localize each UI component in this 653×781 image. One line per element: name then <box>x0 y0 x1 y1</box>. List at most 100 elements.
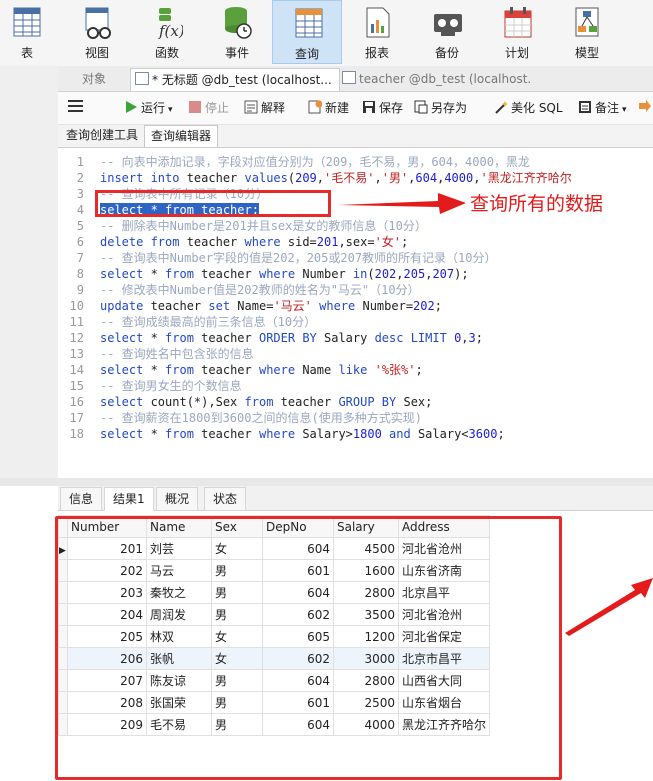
tab-untitled-query[interactable]: * 无标题 @db_test (localhost... <box>130 68 340 91</box>
code-line[interactable]: 14 select * from teacher where Name like … <box>58 362 653 378</box>
toolbar-model-label: 模型 <box>574 46 599 60</box>
code-token: Salary> <box>295 427 353 441</box>
note-button[interactable]: 备注 ▾ <box>578 99 627 117</box>
toolbar-query-label: 查询 <box>294 47 319 61</box>
line-number: 12 <box>69 331 84 345</box>
code-line[interactable]: 6 delete from teacher where sid=201,sex='… <box>58 234 653 250</box>
note-dropdown-icon[interactable]: ▾ <box>622 105 627 115</box>
code-token: 202 <box>374 267 397 281</box>
code-line[interactable]: 15 -- 查询男女生的个数信息 <box>58 378 653 394</box>
beautify-sql-button[interactable]: 美化 SQL <box>494 99 563 117</box>
code-line[interactable]: 2 insert into teacher values(209,'毛不易','男… <box>58 170 653 186</box>
code-line[interactable]: 7 -- 查询表中Number字段的值是202，205或207教师的所有记录（10… <box>58 250 653 266</box>
tab-teacher-table-label: teacher @db_test (localhost... <box>359 72 532 86</box>
save-as-button[interactable]: 另存为 <box>414 99 467 117</box>
tab-query-builder[interactable]: 查询创建工具 <box>60 125 144 146</box>
toolbar-view-label: 视图 <box>84 46 109 60</box>
save-label: 保存 <box>379 101 404 115</box>
toolbar-event-button[interactable]: 事件 <box>202 0 272 64</box>
code-token: '黑龙江齐齐哈尔 <box>480 171 572 185</box>
code-line[interactable]: 17 -- 查询薪资在1800到3600之间的信息(使用多种方式实现) <box>58 410 653 426</box>
code-token: -- 查询薪资在1800到3600之间的信息(使用多种方式实现) <box>100 411 422 425</box>
code-text: -- 查询男女生的个数信息 <box>100 378 242 394</box>
code-token: from <box>165 363 194 377</box>
explain-label: 解释 <box>261 101 286 115</box>
toolbar-model-button[interactable]: 模型 <box>552 0 622 64</box>
toolbar-function-label: 函数 <box>154 46 179 60</box>
backup-icon <box>434 14 462 36</box>
code-text: select * from teacher where Number in(20… <box>100 266 469 282</box>
code-text: -- 查询成绩最高的前三条信息（10分） <box>100 314 316 330</box>
code-line[interactable]: 10 update teacher set Name='马云' where Num… <box>58 298 653 314</box>
code-token: ,sex= <box>338 235 375 249</box>
code-token: 207 <box>432 267 455 281</box>
explain-icon <box>244 100 258 114</box>
code-token: teacher <box>143 299 209 313</box>
explain-button[interactable]: 解释 <box>244 99 285 117</box>
toolbar-report-button[interactable]: 报表 <box>342 0 412 64</box>
code-token: 4000 <box>444 171 474 185</box>
line-number: 17 <box>69 411 84 425</box>
toolbar-query-button[interactable]: 查询 <box>272 0 342 64</box>
tab-info[interactable]: 信息 <box>60 487 103 511</box>
run-button[interactable]: 运行 ▾ <box>124 99 173 117</box>
toolbar-schedule-button[interactable]: 计划 <box>482 0 552 64</box>
save-button[interactable]: 保存 <box>362 99 403 117</box>
toolbar-table-button[interactable]: 表 <box>0 0 62 64</box>
code-line[interactable]: 11 -- 查询成绩最高的前三条信息（10分） <box>58 314 653 330</box>
code-token: 209 <box>295 171 317 185</box>
code-text: delete from teacher where sid=201,sex='女… <box>100 234 408 250</box>
toolbar-backup-button[interactable]: 备份 <box>412 0 482 64</box>
code-token: '男' <box>381 171 409 185</box>
table-icon <box>13 7 41 37</box>
pane-splitter[interactable] <box>0 478 653 486</box>
menu-button[interactable] <box>68 99 84 117</box>
code-token: ; <box>401 235 409 249</box>
code-text: select count(*),Sex from teacher GROUP B… <box>100 394 432 410</box>
tab-status[interactable]: 状态 <box>204 487 247 511</box>
new-query-icon <box>308 100 322 114</box>
tab-profile[interactable]: 概况 <box>156 487 199 511</box>
line-number: 15 <box>69 379 84 393</box>
query-tab-icon <box>135 72 149 85</box>
new-button[interactable]: 新建 <box>308 99 349 117</box>
code-token: and <box>389 427 411 441</box>
highlight-box-result-grid <box>55 516 562 780</box>
code-line[interactable]: 12 select * from teacher ORDER BY Salary … <box>58 330 653 346</box>
tab-teacher-table[interactable]: teacher @db_test (localhost... <box>338 68 532 90</box>
tab-query-editor[interactable]: 查询编辑器 <box>144 125 219 147</box>
code-token: in <box>352 267 368 281</box>
tab-objects[interactable]: 对象 <box>58 68 130 90</box>
code-token: * <box>143 363 166 377</box>
svg-text:f(x): f(x) <box>158 22 183 40</box>
line-number: 3 <box>76 187 84 201</box>
toolbar-function-button[interactable]: f(x) 函数 <box>132 0 202 64</box>
code-line[interactable]: 1 -- 向表中添加记录，字段对应值分别为（209，毛不易，男，604，4000，… <box>58 154 653 170</box>
code-token: -- 查询男女生的个数信息 <box>100 379 242 393</box>
annotation-arrow-icon <box>338 193 466 214</box>
code-line[interactable]: 9 -- 修改表中Number值是202教师的姓名为"马云"（10分） <box>58 282 653 298</box>
line-number: 5 <box>76 219 84 233</box>
more-actions-button[interactable] <box>638 99 652 117</box>
code-token: Salary <box>316 331 375 345</box>
code-line[interactable]: 13 -- 查询姓名中包含张的信息 <box>58 346 653 362</box>
code-line[interactable]: 16 select count(*),Sex from teacher GROUP… <box>58 394 653 410</box>
code-line[interactable]: 18 select * from teacher where Salary>180… <box>58 426 653 442</box>
navigation-pane <box>0 66 59 486</box>
code-token: select <box>100 267 144 281</box>
model-icon <box>575 7 599 37</box>
code-token: where <box>319 299 356 313</box>
new-label: 新建 <box>325 101 350 115</box>
tab-result-1[interactable]: 结果1 <box>104 487 154 511</box>
stop-button[interactable]: 停止 <box>188 99 229 117</box>
code-token: '女' <box>374 235 402 249</box>
code-token: teacher <box>179 235 245 249</box>
toolbar-view-button[interactable]: 视图 <box>62 0 132 64</box>
run-dropdown-icon[interactable]: ▾ <box>168 105 173 115</box>
code-line[interactable]: 5 -- 删除表中Number是201并且sex是女的教师信息（10分） <box>58 218 653 234</box>
code-token: Number= <box>355 299 414 313</box>
code-line[interactable]: 8 select * from teacher where Number in(2… <box>58 266 653 282</box>
line-number: 9 <box>76 283 84 297</box>
code-text: -- 删除表中Number是201并且sex是女的教师信息（10分） <box>100 218 427 234</box>
